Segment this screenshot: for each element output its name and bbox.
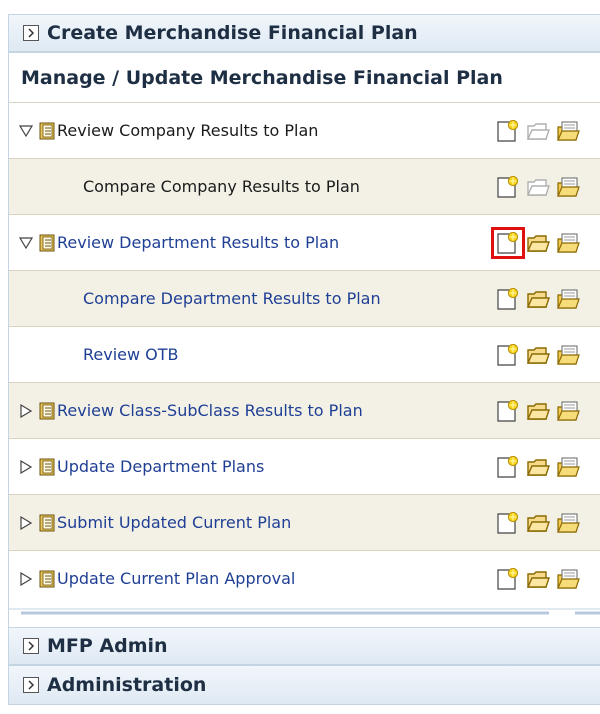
task-list: Review Company Results to Plan Compare Co… <box>8 102 600 607</box>
expand-icon[interactable] <box>23 25 39 41</box>
panel-title: Create Merchandise Financial Plan <box>47 22 418 44</box>
open-folder-icon[interactable] <box>553 285 583 313</box>
panel-title: Administration <box>47 674 207 696</box>
task-row[interactable]: Compare Company Results to Plan <box>9 158 600 214</box>
open-workbook-icon[interactable] <box>523 285 553 313</box>
task-row[interactable]: Review Company Results to Plan <box>9 102 600 158</box>
activity-notebook-icon <box>39 570 55 588</box>
panel-administration[interactable]: Administration <box>8 665 600 705</box>
expand-triangle-icon[interactable] <box>19 515 33 530</box>
task-actions <box>493 495 583 550</box>
expand-icon[interactable] <box>23 677 39 693</box>
new-workbook-icon[interactable] <box>493 173 523 201</box>
task-actions <box>493 271 583 326</box>
collapse-triangle-icon[interactable] <box>19 236 33 250</box>
open-folder-icon[interactable] <box>553 341 583 369</box>
task-actions <box>491 215 583 270</box>
task-label[interactable]: Review Company Results to Plan <box>57 121 318 140</box>
open-workbook-icon[interactable] <box>523 509 553 537</box>
task-actions <box>493 439 583 494</box>
task-navigation: Create Merchandise Financial Plan Manage… <box>0 0 600 714</box>
task-row[interactable]: Compare Department Results to Plan <box>9 270 600 326</box>
task-actions <box>493 159 583 214</box>
task-row[interactable]: Review OTB <box>9 326 600 382</box>
open-folder-icon[interactable] <box>553 229 583 257</box>
panel-create-mfp[interactable]: Create Merchandise Financial Plan <box>8 14 600 52</box>
activity-notebook-icon <box>39 122 55 140</box>
new-workbook-icon[interactable] <box>493 117 523 145</box>
open-workbook-icon[interactable] <box>523 453 553 481</box>
task-label[interactable]: Update Department Plans <box>57 457 264 476</box>
open-workbook-icon[interactable] <box>523 229 553 257</box>
collapse-triangle-icon[interactable] <box>19 124 33 138</box>
panel-title: Manage / Update Merchandise Financial Pl… <box>21 66 503 89</box>
expand-triangle-icon[interactable] <box>19 571 33 586</box>
task-label[interactable]: Update Current Plan Approval <box>57 569 295 588</box>
task-row[interactable]: Update Current Plan Approval <box>9 550 600 606</box>
open-folder-icon[interactable] <box>553 397 583 425</box>
activity-notebook-icon <box>39 514 55 532</box>
activity-notebook-icon <box>39 458 55 476</box>
task-row[interactable]: Review Department Results to Plan <box>9 214 600 270</box>
task-row[interactable]: Review Class-SubClass Results to Plan <box>9 382 600 438</box>
task-actions <box>493 327 583 382</box>
task-label[interactable]: Compare Company Results to Plan <box>83 177 360 196</box>
open-workbook-icon[interactable] <box>523 341 553 369</box>
new-workbook-icon[interactable] <box>493 397 523 425</box>
task-label[interactable]: Review Class-SubClass Results to Plan <box>57 401 363 420</box>
new-workbook-icon[interactable] <box>493 453 523 481</box>
open-workbook-icon[interactable] <box>523 397 553 425</box>
expand-triangle-icon[interactable] <box>19 459 33 474</box>
activity-notebook-icon <box>39 234 55 252</box>
task-list-footer <box>8 607 600 627</box>
new-workbook-icon[interactable] <box>493 341 523 369</box>
task-actions <box>493 383 583 438</box>
panel-mfp-admin[interactable]: MFP Admin <box>8 627 600 665</box>
new-workbook-icon[interactable] <box>493 565 523 593</box>
task-label[interactable]: Submit Updated Current Plan <box>57 513 291 532</box>
open-folder-icon[interactable] <box>553 565 583 593</box>
task-actions <box>493 103 583 158</box>
activity-notebook-icon <box>39 402 55 420</box>
task-label[interactable]: Review OTB <box>83 345 179 364</box>
panel-manage-mfp-header: Manage / Update Merchandise Financial Pl… <box>8 52 600 102</box>
new-workbook-icon[interactable] <box>491 226 525 259</box>
task-row[interactable]: Update Department Plans <box>9 438 600 494</box>
open-folder-icon[interactable] <box>553 173 583 201</box>
open-folder-icon[interactable] <box>553 117 583 145</box>
task-label[interactable]: Compare Department Results to Plan <box>83 289 381 308</box>
expand-icon[interactable] <box>23 638 39 654</box>
open-workbook-icon <box>523 173 553 201</box>
new-workbook-icon[interactable] <box>493 509 523 537</box>
open-folder-icon[interactable] <box>553 453 583 481</box>
task-row[interactable]: Submit Updated Current Plan <box>9 494 600 550</box>
panel-title: MFP Admin <box>47 635 168 657</box>
open-workbook-icon[interactable] <box>523 565 553 593</box>
open-workbook-icon <box>523 117 553 145</box>
expand-triangle-icon[interactable] <box>19 403 33 418</box>
task-label[interactable]: Review Department Results to Plan <box>57 233 339 252</box>
open-folder-icon[interactable] <box>553 509 583 537</box>
new-workbook-icon[interactable] <box>493 285 523 313</box>
task-actions <box>493 551 583 606</box>
